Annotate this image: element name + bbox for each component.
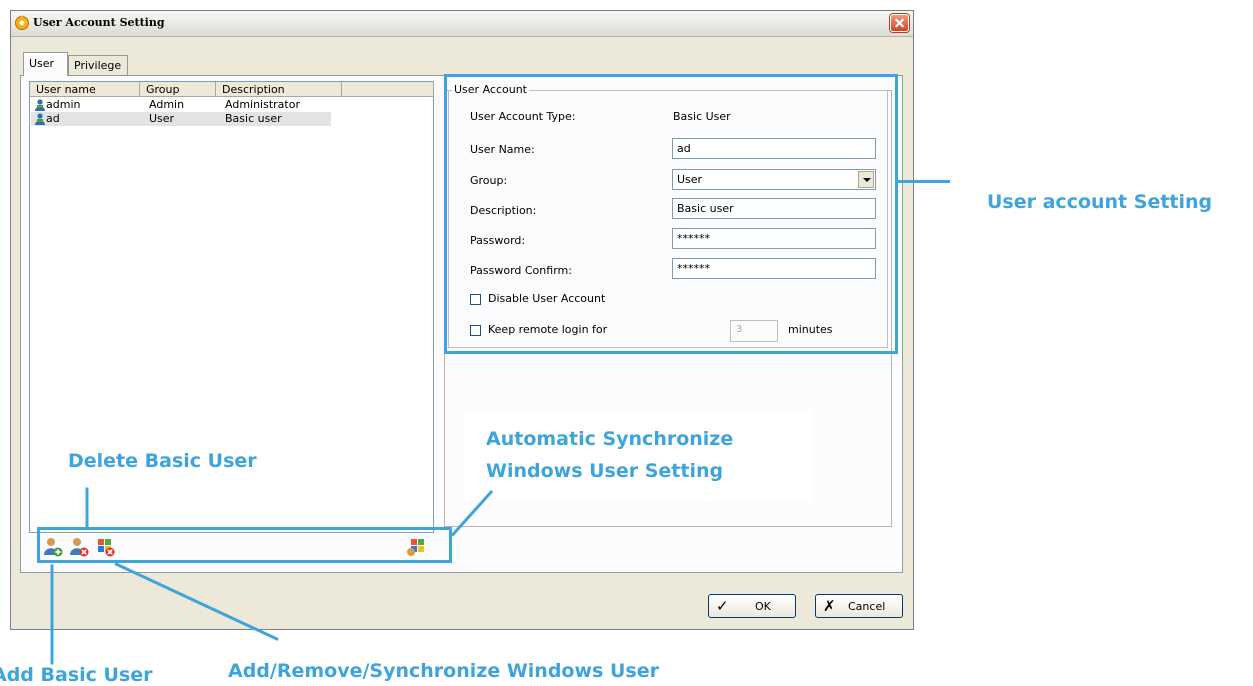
annotation-auto-sync-line1: Automatic Synchronize: [486, 428, 734, 450]
annotation-line: [85, 487, 89, 528]
annotation-auto-sync-line2: Windows User Setting: [486, 460, 724, 482]
description-cell: Administrator: [225, 98, 300, 111]
description-cell: Basic user: [225, 112, 282, 125]
annotation-line: [50, 564, 54, 665]
list-header: User name Group Description: [30, 82, 434, 99]
annotation-add-basic-user: Add Basic User: [0, 664, 153, 686]
column-user-name[interactable]: User name: [30, 82, 140, 97]
column-group[interactable]: Group: [140, 82, 216, 97]
checkmark-icon: ✓: [716, 597, 729, 615]
column-empty[interactable]: [342, 82, 434, 97]
column-description[interactable]: Description: [216, 82, 342, 97]
list-item[interactable]: admin Admin Administrator: [31, 98, 331, 112]
user-name-cell: admin: [46, 98, 81, 111]
group-cell: User: [149, 112, 175, 125]
window-title: User Account Setting: [33, 16, 165, 29]
user-icon: [35, 99, 45, 111]
tab-privilege[interactable]: Privilege: [68, 55, 128, 76]
annotation-add-remove-sync: Add/Remove/Synchronize Windows User: [228, 660, 659, 682]
cancel-button[interactable]: ✗ Cancel: [815, 594, 903, 618]
app-icon: [15, 15, 29, 30]
group-cell: Admin: [149, 98, 185, 111]
tab-user[interactable]: User: [23, 52, 68, 76]
annotation-user-account-setting: User account Setting: [987, 191, 1213, 213]
ok-button[interactable]: ✓ OK: [708, 594, 796, 618]
title-bar: User Account Setting: [11, 11, 913, 37]
toolbar-highlight: [37, 527, 452, 563]
close-button[interactable]: [890, 14, 909, 32]
annotation-line: [898, 180, 950, 183]
annotation-callout-box: [463, 410, 813, 502]
x-icon: ✗: [823, 597, 836, 615]
user-name-cell: ad: [46, 112, 60, 125]
list-item-selected[interactable]: ad User Basic user: [31, 112, 331, 126]
user-icon: [35, 113, 45, 125]
account-setting-highlight: [444, 74, 898, 354]
annotation-delete-basic-user: Delete Basic User: [68, 450, 257, 472]
